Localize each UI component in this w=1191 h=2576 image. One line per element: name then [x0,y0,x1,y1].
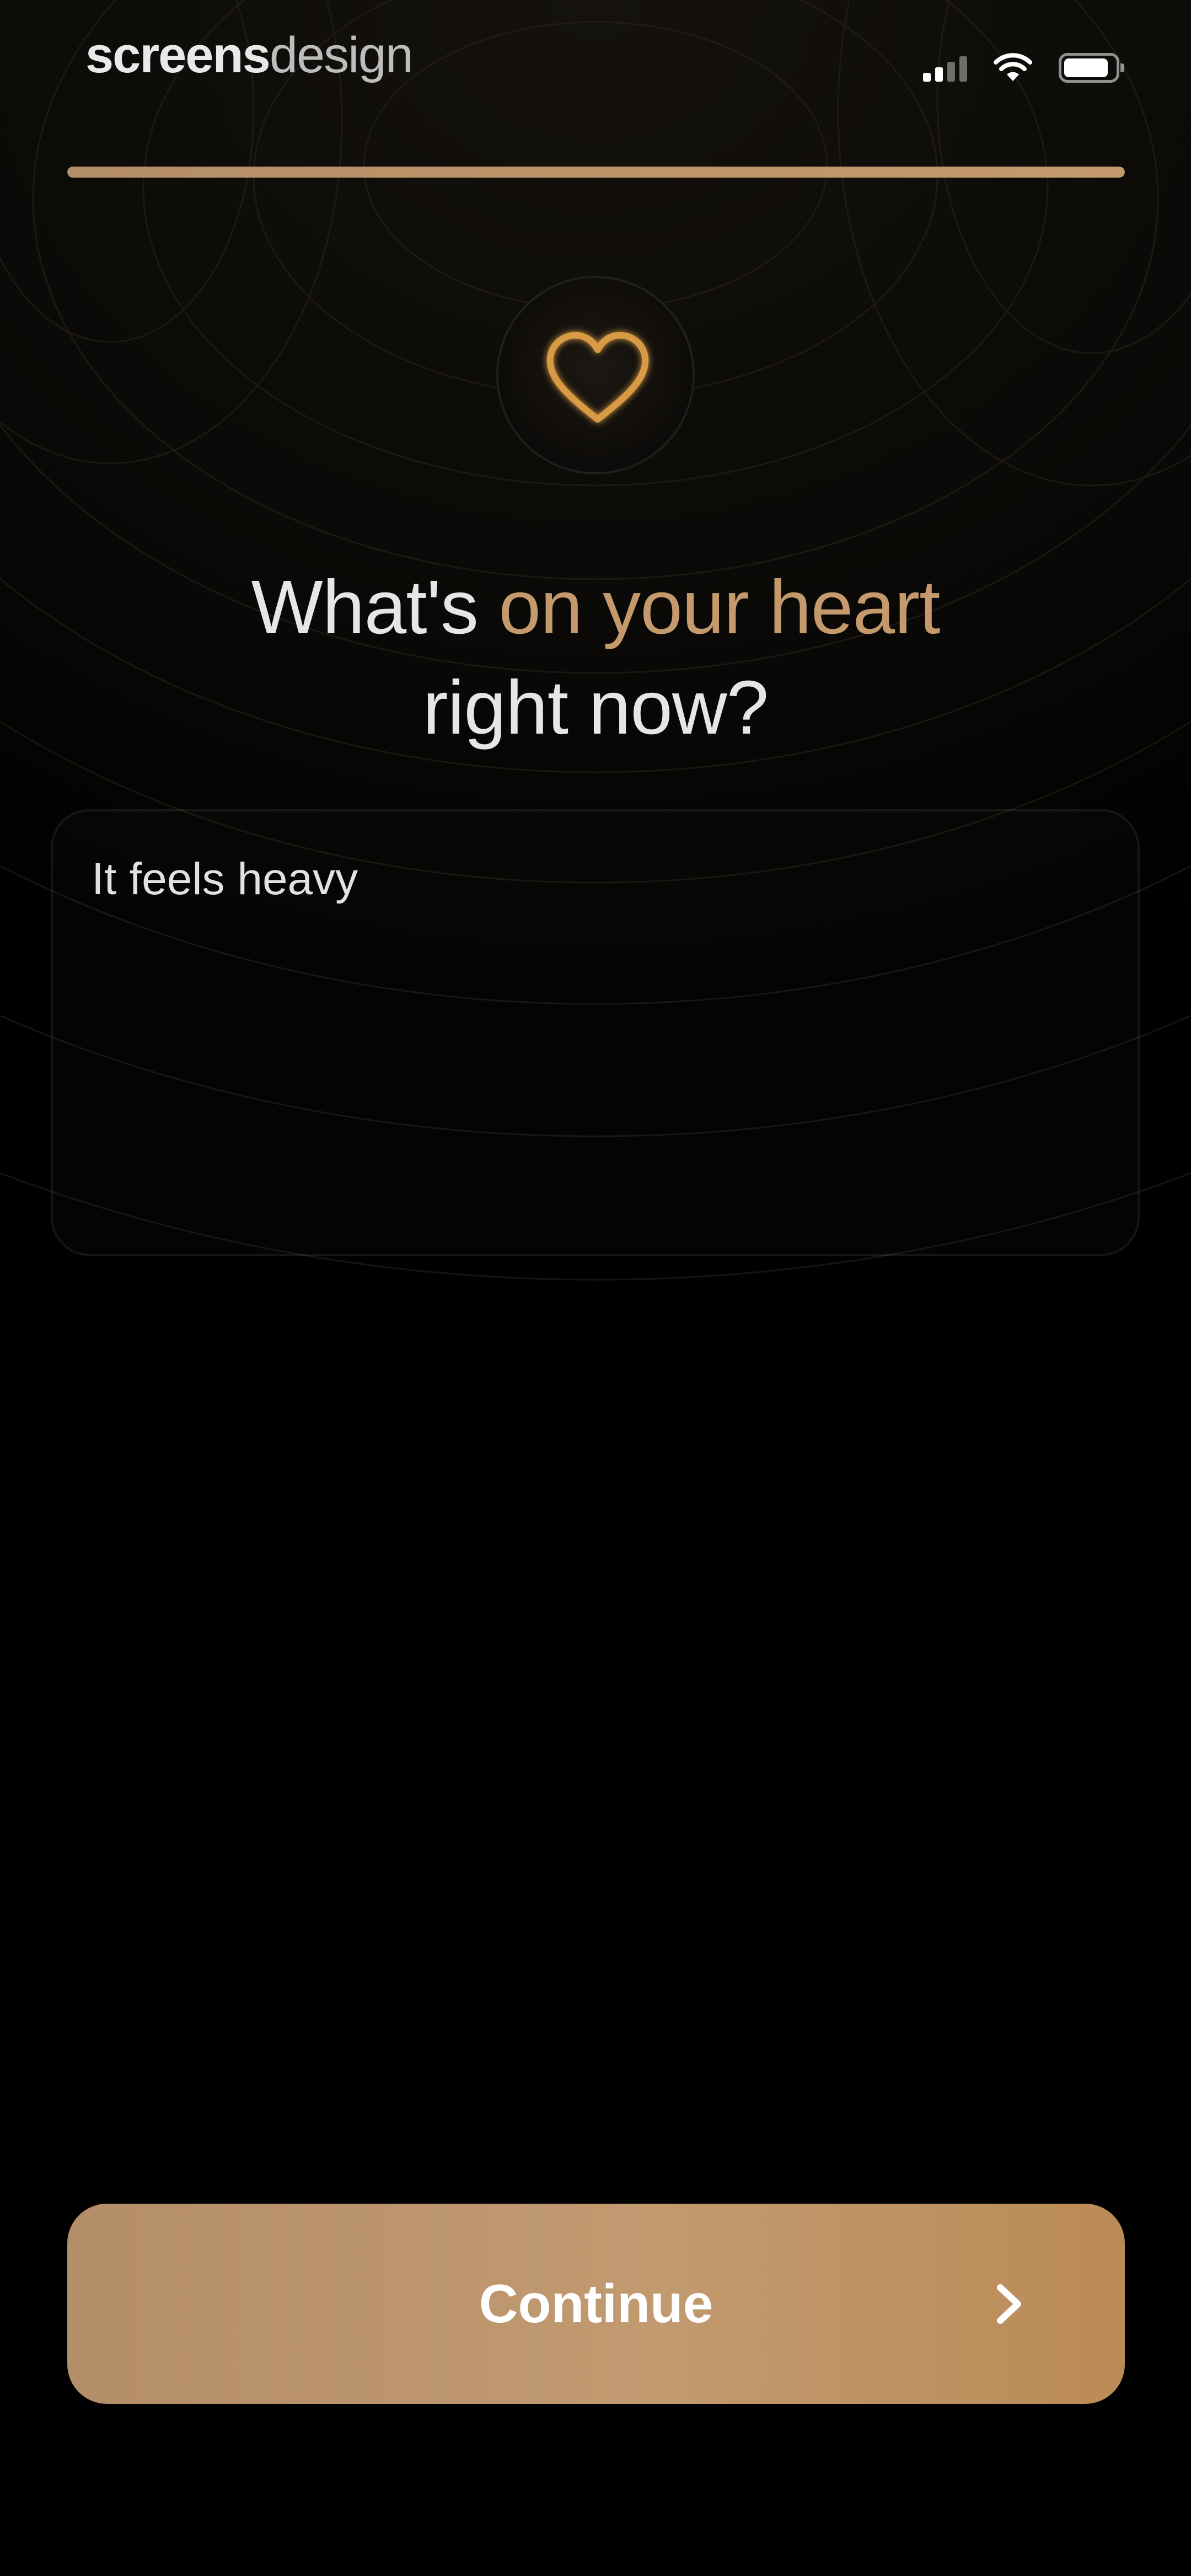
brand-watermark: screensdesign [85,22,414,88]
progress-fill [67,167,1125,178]
battery-icon [1059,53,1124,83]
screen: screensdesign What's on your heart right… [0,0,1191,2576]
continue-button[interactable]: Continue [67,2204,1125,2404]
heart-entry-value: It feels heavy [92,854,358,904]
status-icons [923,49,1124,87]
progress-bar [67,167,1125,178]
brand-bold: screens [85,27,271,83]
wifi-icon [994,53,1032,81]
title-part-1: What's [251,565,499,650]
chevron-right-icon [997,2284,1021,2324]
brand-light: design [269,27,414,83]
cellular-signal-icon [923,54,967,82]
question-title: What's on your heart right now? [0,557,1191,758]
title-accent: on your heart [498,565,940,650]
continue-label: Continue [479,2273,713,2334]
heart-badge [496,276,695,474]
heart-icon [546,332,649,423]
status-bar: screensdesign [0,0,1191,138]
heart-entry-textarea[interactable]: It feels heavy [51,809,1140,1256]
title-part-2: right now? [422,665,769,750]
